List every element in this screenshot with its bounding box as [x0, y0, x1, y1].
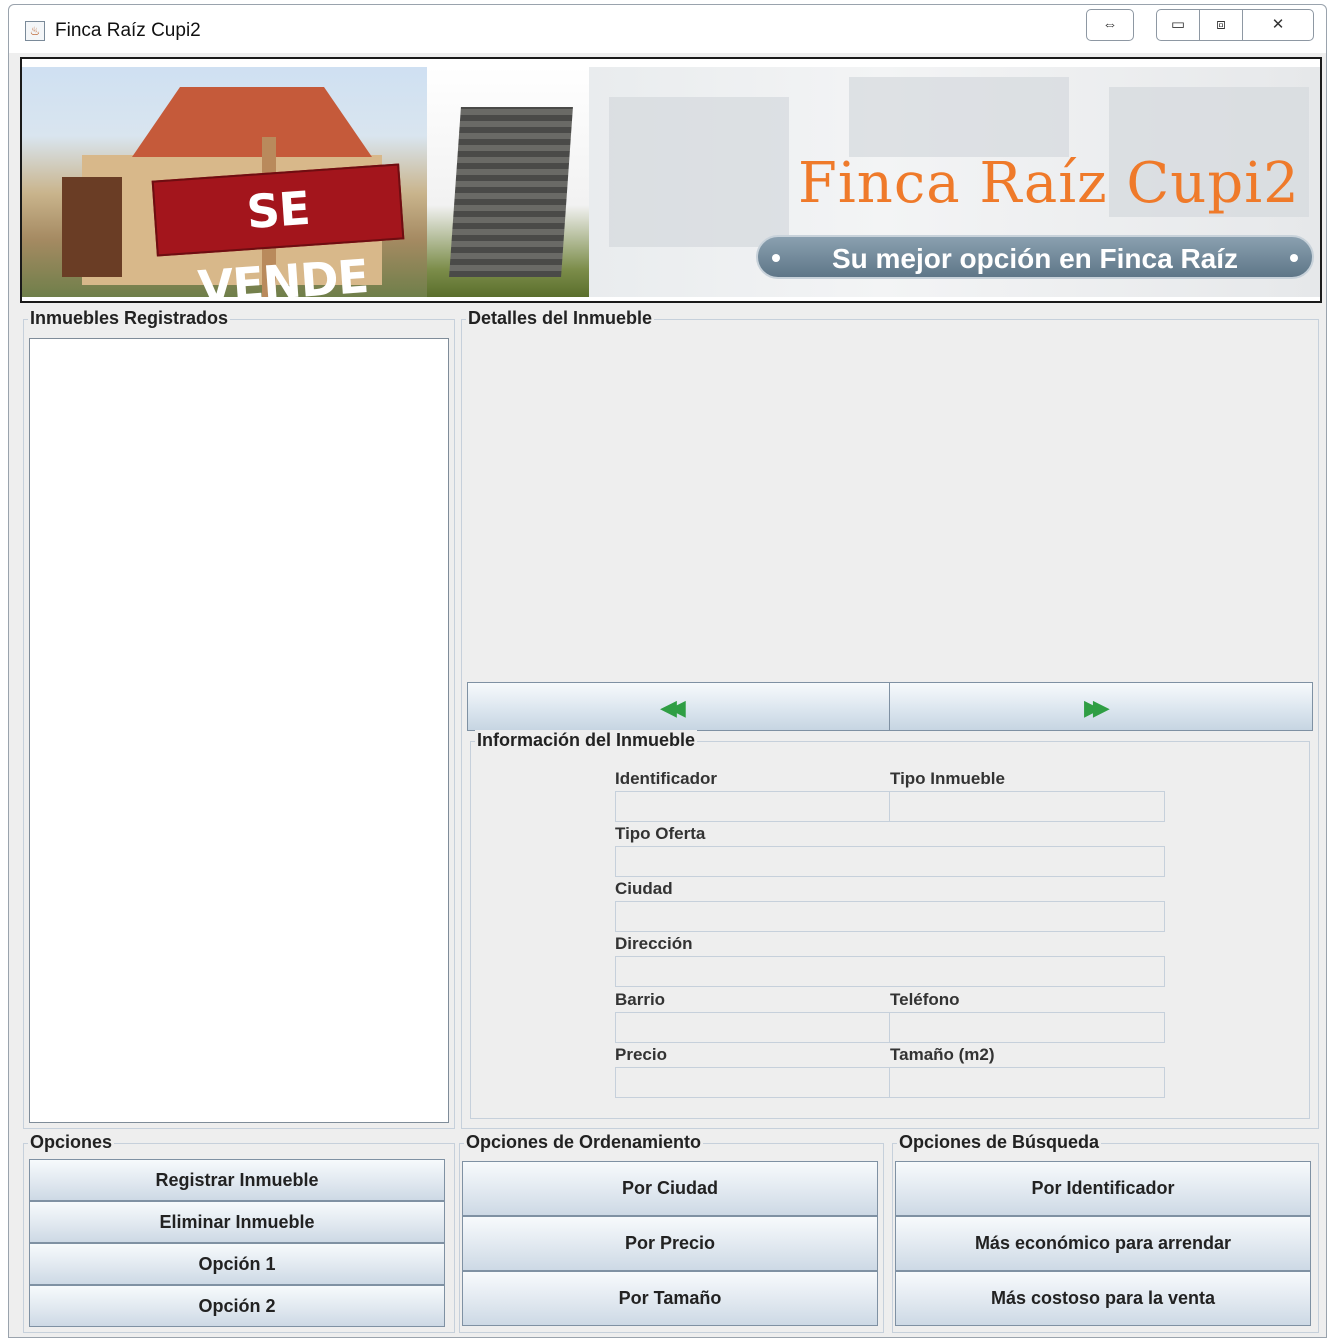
banner-title: Finca Raíz Cupi2	[798, 151, 1300, 216]
dot-icon	[772, 254, 780, 262]
ciudad-label: Ciudad	[615, 879, 673, 898]
banner-slogan: Su mejor opción en Finca Raíz	[756, 235, 1314, 279]
java-app-icon: ♨	[25, 21, 45, 41]
house-roof	[132, 87, 372, 157]
house-door	[62, 177, 122, 277]
property-info-title: Información del Inmueble	[475, 730, 698, 751]
swap-button[interactable]: ⇔	[1086, 9, 1134, 41]
main-window: ♨ Finca Raíz Cupi2 ⇔ ▭ ⧈ ✕ SE VENDE Finc…	[8, 4, 1327, 1338]
tower-building	[449, 107, 573, 277]
title-bar: ♨ Finca Raíz Cupi2 ⇔ ▭ ⧈ ✕	[9, 5, 1326, 53]
dot-icon	[1290, 254, 1298, 262]
identificador-field[interactable]	[615, 791, 890, 822]
tipo-oferta-label: Tipo Oferta	[615, 824, 706, 843]
precio-label: Precio	[615, 1045, 667, 1064]
tamano-field[interactable]	[889, 1067, 1165, 1098]
telefono-field[interactable]	[889, 1012, 1165, 1043]
barrio-field[interactable]	[615, 1012, 890, 1043]
identificador-label: Identificador	[615, 769, 718, 788]
direccion-label: Dirección	[615, 934, 693, 953]
direccion-field[interactable]	[615, 956, 1165, 987]
property-details-title: Detalles del Inmueble	[466, 308, 655, 329]
sort-by-city-button[interactable]: Por Ciudad	[462, 1161, 878, 1216]
close-button[interactable]: ✕	[1242, 9, 1314, 41]
search-by-id-button[interactable]: Por Identificador	[895, 1161, 1311, 1216]
header-banner: SE VENDE Finca Raíz Cupi2 Su mejor opció…	[20, 57, 1322, 303]
tipo-inmueble-field[interactable]	[889, 791, 1165, 822]
precio-field[interactable]	[615, 1067, 890, 1098]
building-shape	[849, 77, 1069, 157]
cheapest-rent-button[interactable]: Más económico para arrendar	[895, 1216, 1311, 1271]
sort-options-title: Opciones de Ordenamiento	[464, 1132, 704, 1153]
maximize-button[interactable]: ⧈	[1199, 9, 1243, 41]
telefono-label: Teléfono	[890, 990, 960, 1009]
most-expensive-sale-button[interactable]: Más costoso para la venta	[895, 1271, 1311, 1326]
minimize-button[interactable]: ▭	[1156, 9, 1200, 41]
property-image-area	[467, 335, 1313, 675]
option-1-button[interactable]: Opción 1	[29, 1243, 445, 1285]
tamano-label: Tamaño (m2)	[890, 1045, 995, 1064]
fast-forward-icon: ▶▶	[1084, 695, 1110, 720]
previous-button[interactable]: ◀◀	[467, 682, 890, 731]
search-options-title: Opciones de Búsqueda	[897, 1132, 1102, 1153]
slogan-text: Su mejor opción en Finca Raíz	[831, 243, 1239, 274]
building-shape	[609, 97, 789, 247]
tower-photo	[427, 67, 589, 297]
registered-properties-title: Inmuebles Registrados	[28, 308, 231, 329]
sort-by-price-button[interactable]: Por Precio	[462, 1216, 878, 1271]
house-photo: SE VENDE	[22, 67, 427, 301]
options-title: Opciones	[28, 1132, 115, 1153]
sort-by-size-button[interactable]: Por Tamaño	[462, 1271, 878, 1326]
tipo-oferta-field[interactable]	[615, 846, 1165, 877]
register-property-button[interactable]: Registrar Inmueble	[29, 1159, 445, 1201]
registered-properties-list[interactable]	[29, 338, 449, 1123]
window-title: Finca Raíz Cupi2	[55, 20, 201, 41]
option-2-button[interactable]: Opción 2	[29, 1285, 445, 1327]
rewind-icon: ◀◀	[660, 695, 686, 720]
tipo-inmueble-label: Tipo Inmueble	[890, 769, 1005, 788]
next-button[interactable]: ▶▶	[889, 682, 1313, 731]
ciudad-field[interactable]	[615, 901, 1165, 932]
barrio-label: Barrio	[615, 990, 666, 1009]
delete-property-button[interactable]: Eliminar Inmueble	[29, 1201, 445, 1243]
